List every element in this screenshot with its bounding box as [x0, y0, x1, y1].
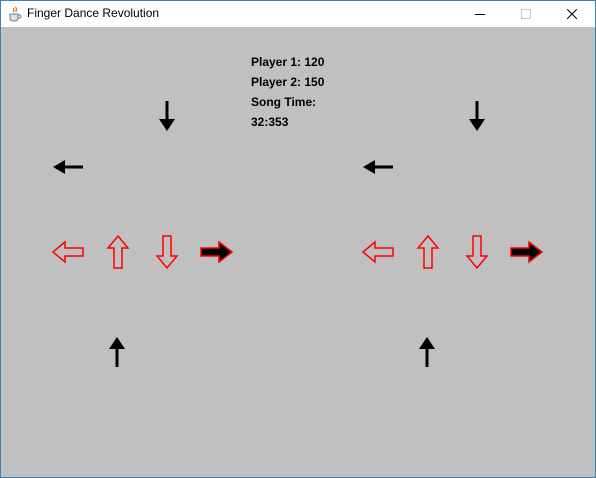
song-time-value: 32:353: [251, 115, 289, 129]
player-2-target-down-arrow-icon: [465, 235, 489, 270]
player-2-note-left-arrow-icon: [363, 160, 393, 174]
game-window: Finger Dance Revolution Player 1: 120 Pl…: [0, 0, 596, 478]
player-2-note-down-arrow-icon: [469, 101, 485, 131]
player-1-target-right-arrow-icon: [200, 240, 234, 264]
player-2-target-left-arrow-icon: [361, 240, 394, 264]
window-title: Finger Dance Revolution: [27, 6, 160, 20]
minimize-button[interactable]: [457, 1, 503, 27]
minimize-icon: [475, 14, 485, 15]
player-1-note-down-arrow-icon: [159, 101, 175, 131]
close-icon: [567, 9, 577, 19]
java-cup-icon: [9, 6, 22, 22]
player-1-target-left-arrow-icon: [51, 240, 84, 264]
player-1-note-up-arrow-icon: [109, 337, 125, 367]
player-2-score: Player 2: 150: [251, 75, 325, 89]
maximize-button[interactable]: [503, 1, 549, 27]
player-1-target-up-arrow-icon: [106, 234, 130, 269]
player-2-target-right-arrow-icon: [510, 240, 544, 264]
player-2-target-up-arrow-icon: [416, 234, 440, 269]
maximize-icon: [521, 9, 531, 19]
close-button[interactable]: [549, 1, 595, 27]
player-2-note-up-arrow-icon: [419, 337, 435, 367]
player-1-score: Player 1: 120: [251, 55, 325, 69]
player-1-note-left-arrow-icon: [53, 160, 83, 174]
song-time-label: Song Time:: [251, 95, 317, 109]
player-1-target-down-arrow-icon: [155, 235, 179, 270]
game-canvas[interactable]: Player 1: 120 Player 2: 150 Song Time: 3…: [1, 27, 595, 477]
title-bar[interactable]: Finger Dance Revolution: [1, 1, 595, 27]
